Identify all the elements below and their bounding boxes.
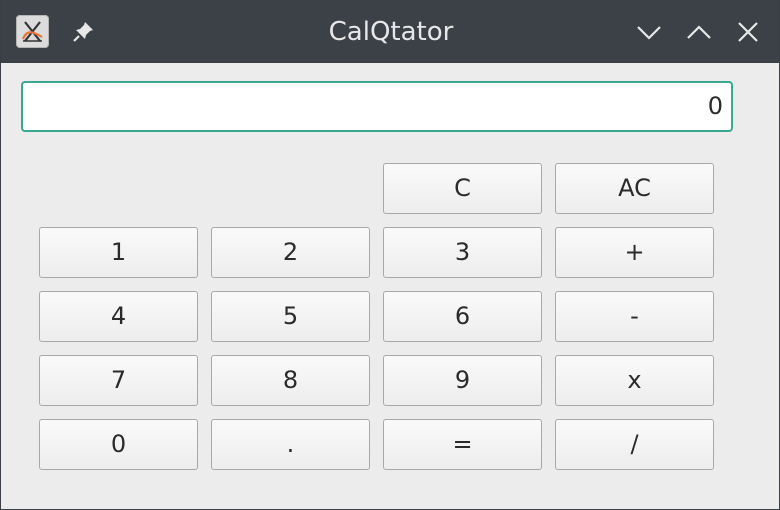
multiply-button[interactable]: x [555, 355, 714, 406]
equals-button[interactable]: = [383, 419, 542, 470]
digit-2-button[interactable]: 2 [211, 227, 370, 278]
plus-button[interactable]: + [555, 227, 714, 278]
digit-7-button[interactable]: 7 [39, 355, 198, 406]
digit-0-button[interactable]: 0 [39, 419, 198, 470]
all-clear-button[interactable]: AC [555, 163, 714, 214]
minus-button[interactable]: - [555, 291, 714, 342]
decimal-point-button[interactable]: . [211, 419, 370, 470]
digit-6-button[interactable]: 6 [383, 291, 542, 342]
display-field[interactable]: 0 [21, 81, 733, 132]
maximize-button[interactable] [683, 16, 715, 48]
digit-1-button[interactable]: 1 [39, 227, 198, 278]
minimize-button[interactable] [633, 16, 665, 48]
digit-8-button[interactable]: 8 [211, 355, 370, 406]
digit-9-button[interactable]: 9 [383, 355, 542, 406]
title-bar[interactable]: CalQtator [1, 0, 779, 63]
minimize-icon [637, 26, 661, 40]
close-icon [738, 22, 758, 42]
clear-button[interactable]: C [383, 163, 542, 214]
digit-5-button[interactable]: 5 [211, 291, 370, 342]
divide-button[interactable]: / [555, 419, 714, 470]
digit-3-button[interactable]: 3 [383, 227, 542, 278]
digit-4-button[interactable]: 4 [39, 291, 198, 342]
maximize-icon [687, 25, 711, 39]
close-button[interactable] [732, 16, 764, 48]
calculator-window: CalQtator 0 C AC 1 2 3 + 4 5 6 - 7 8 9 x… [0, 0, 780, 510]
